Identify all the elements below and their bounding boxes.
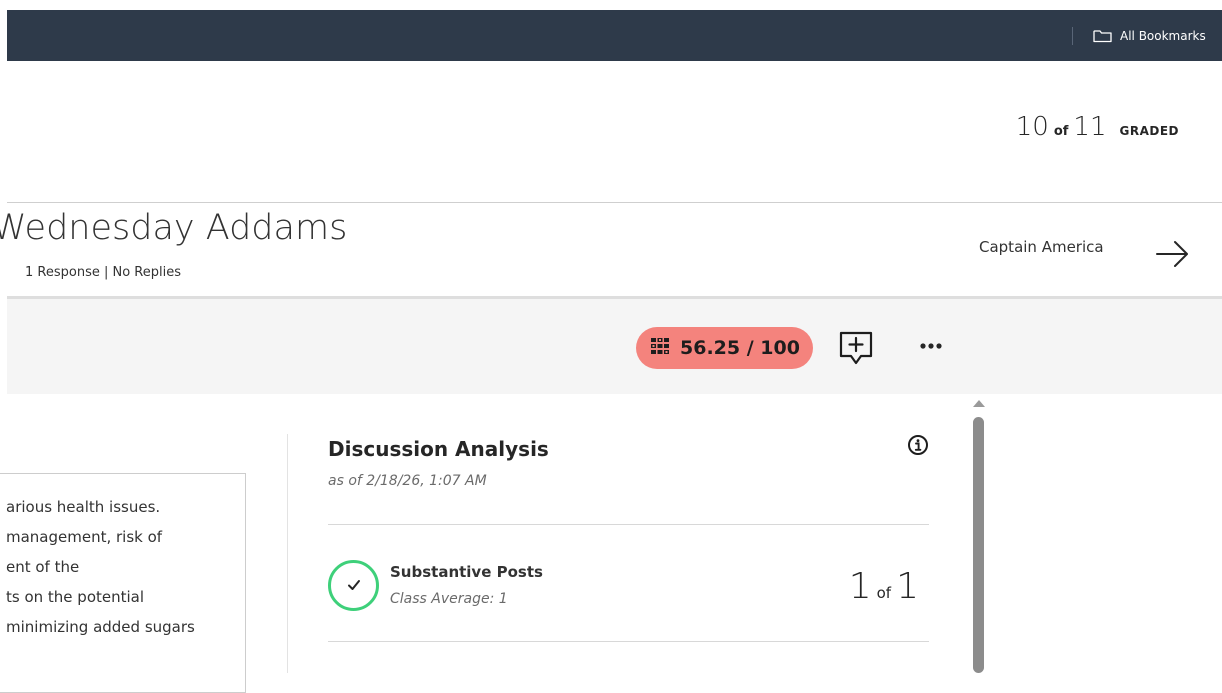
post-line: minimizing added sugars [6, 618, 195, 636]
all-bookmarks-button[interactable]: All Bookmarks [1093, 26, 1206, 46]
header-divider [7, 202, 1222, 203]
bookmarks-divider [1072, 27, 1073, 45]
grade-pill-button[interactable]: 56.25 / 100 [636, 327, 813, 369]
grading-toolbar [7, 299, 1222, 394]
post-line: arious health issues. [6, 498, 161, 516]
student-name: Wednesday Addams [0, 208, 348, 248]
graded-total: 11 [1073, 112, 1107, 142]
substantive-posts-status [328, 560, 379, 611]
column-divider [287, 434, 288, 673]
graded-counter: 10 of 11 GRADED [1016, 112, 1179, 142]
grade-score: 56.25 / 100 [680, 337, 800, 359]
ellipsis-icon [920, 330, 942, 354]
next-student-link[interactable]: Captain America [979, 238, 1104, 256]
student-response-count: 1 Response | No Replies [25, 265, 181, 280]
metric-divider [328, 641, 929, 642]
browser-bookmarks-bar: All Bookmarks [7, 10, 1222, 61]
scroll-up-arrow[interactable] [973, 400, 985, 407]
graded-current: 10 [1015, 112, 1049, 142]
post-line: ts on the potential [6, 588, 145, 606]
graded-of: of [1053, 124, 1069, 139]
scrollbar-thumb[interactable] [973, 417, 984, 673]
add-feedback-icon [838, 331, 876, 372]
checkmark-icon [347, 577, 361, 595]
rubric-icon [650, 336, 670, 360]
info-icon[interactable] [907, 434, 929, 460]
post-line: ent of the [6, 558, 80, 576]
post-content-box: arious health issues. management, risk o… [0, 473, 246, 693]
metric-value-of: of [876, 584, 892, 602]
metric-value-total: 1 [896, 566, 919, 607]
analysis-divider [328, 524, 929, 525]
folder-icon [1093, 29, 1112, 43]
post-line: management, risk of [6, 528, 163, 546]
graded-label: GRADED [1119, 124, 1179, 138]
analysis-title: Discussion Analysis [328, 437, 549, 461]
metric-value: 1 of 1 [849, 566, 919, 607]
metric-value-current: 1 [848, 566, 872, 607]
analysis-date: as of 2/18/26, 1:07 AM [328, 473, 487, 489]
metric-label: Substantive Posts [390, 563, 543, 581]
add-feedback-button[interactable] [838, 330, 876, 368]
next-arrow-icon[interactable] [1154, 236, 1190, 276]
all-bookmarks-label: All Bookmarks [1120, 29, 1206, 43]
metric-class-average: Class Average: 1 [390, 591, 508, 607]
more-options-button[interactable] [912, 330, 950, 354]
